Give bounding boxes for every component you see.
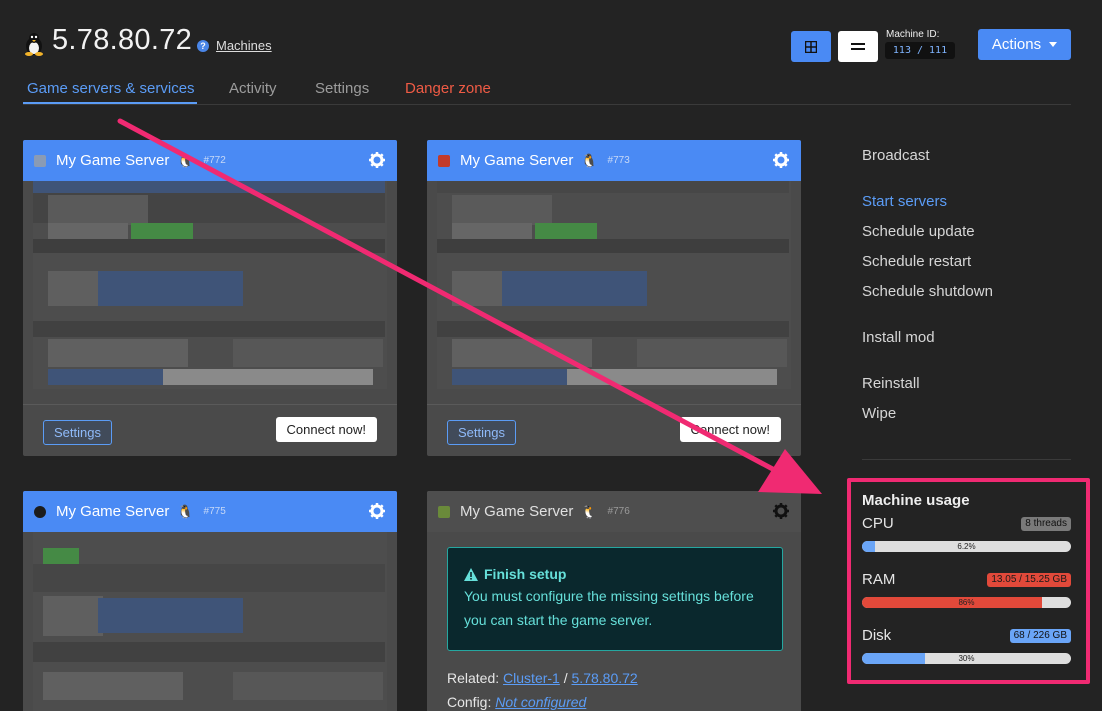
connect-now-button[interactable]: Connect now!: [679, 417, 781, 442]
reinstall-link[interactable]: Reinstall: [862, 375, 920, 392]
ram-usage-badge: 13.05 / 15.25 GB: [987, 573, 1071, 587]
related-label: Related:: [447, 670, 500, 686]
machine-link[interactable]: 5.78.80.72: [572, 670, 638, 686]
sidebar-divider: [862, 459, 1071, 460]
setup-title-text: Finish setup: [484, 566, 567, 582]
server-settings-button[interactable]: Settings: [43, 420, 112, 445]
server-number: #776: [607, 506, 630, 517]
active-tab-indicator: [23, 102, 197, 104]
machine-id-value: 113 / 111: [885, 42, 955, 59]
actions-label: Actions: [991, 36, 1042, 53]
server-card-header: My Game Server 🐧 #775: [23, 491, 397, 532]
server-card-header: My Game Server 🐧 #772: [23, 140, 397, 181]
config-link[interactable]: Not configured: [495, 694, 586, 710]
linux-icon: 🐧: [177, 503, 194, 519]
disk-label: Disk: [862, 627, 892, 644]
server-name[interactable]: My Game Server: [56, 503, 169, 520]
server-card: My Game Server 🐧 #773 Settings Connect n…: [427, 140, 801, 456]
server-card: My Game Server 🐧 #772 Settings Connect n…: [23, 140, 397, 456]
server-number: #772: [203, 155, 226, 166]
start-servers-link[interactable]: Start servers: [862, 193, 947, 210]
schedule-update-link[interactable]: Schedule update: [862, 223, 975, 240]
server-card-header: My Game Server 🐧 #773: [427, 140, 801, 181]
disk-usage-badge: 68 / 226 GB: [1009, 629, 1071, 643]
ram-usage-bar: 86%: [862, 597, 1071, 608]
server-name[interactable]: My Game Server: [460, 503, 573, 520]
server-number: #773: [607, 155, 630, 166]
gear-icon[interactable]: [773, 152, 789, 168]
server-name[interactable]: My Game Server: [56, 152, 169, 169]
schedule-restart-link[interactable]: Schedule restart: [862, 253, 971, 270]
game-icon: [34, 154, 46, 167]
server-name[interactable]: My Game Server: [460, 152, 573, 169]
tab-settings[interactable]: Settings: [315, 80, 369, 97]
config-label: Config:: [447, 694, 492, 710]
machine-id-label: Machine ID:: [886, 29, 940, 40]
help-icon[interactable]: ?: [197, 40, 209, 52]
disk-percent: 30%: [958, 654, 975, 663]
cpu-percent: 6.2%: [957, 542, 976, 551]
server-number: #775: [203, 506, 226, 517]
blurred-server-details: [33, 181, 387, 389]
tab-game-servers[interactable]: Game servers & services: [27, 80, 195, 97]
grid-view-button[interactable]: [791, 31, 831, 62]
server-card-footer: Settings Connect now!: [427, 404, 801, 456]
blurred-server-details: [437, 181, 791, 389]
related-line: Related: Cluster-1 / 5.78.80.72: [447, 670, 638, 686]
linux-icon: 🐧: [581, 503, 598, 519]
machines-link[interactable]: Machines: [216, 38, 272, 53]
config-line: Config: Not configured: [447, 694, 586, 710]
schedule-shutdown-link[interactable]: Schedule shutdown: [862, 283, 993, 300]
related-separator: /: [563, 670, 568, 686]
finish-setup-alert: Finish setup You must configure the miss…: [447, 547, 783, 651]
ram-percent: 86%: [958, 598, 975, 607]
machine-usage-title: Machine usage: [862, 492, 970, 509]
game-icon: [34, 505, 46, 518]
setup-title: Finish setup: [464, 566, 782, 582]
cluster-link[interactable]: Cluster-1: [503, 670, 560, 686]
server-settings-button[interactable]: Settings: [447, 420, 516, 445]
blurred-server-details: [33, 532, 387, 711]
warning-icon: [464, 567, 478, 581]
actions-dropdown-button[interactable]: Actions: [978, 29, 1071, 60]
connect-now-button[interactable]: Connect now!: [275, 417, 377, 442]
setup-message: You must configure the missing settings …: [464, 588, 754, 628]
page-title: 5.78.80.72: [52, 24, 193, 56]
disk-usage-bar: 30%: [862, 653, 1071, 664]
cpu-threads-badge: 8 threads: [1021, 517, 1071, 531]
gear-icon[interactable]: [773, 503, 789, 519]
caret-down-icon: [1049, 42, 1058, 47]
broadcast-link[interactable]: Broadcast: [862, 147, 930, 164]
linux-icon: 🐧: [177, 152, 194, 168]
cpu-usage-bar: 6.2%: [862, 541, 1071, 552]
server-card: My Game Server 🐧 #776 Finish setup You m…: [427, 491, 801, 711]
tab-danger-zone[interactable]: Danger zone: [405, 80, 491, 97]
game-icon: [438, 154, 450, 167]
gear-icon[interactable]: [369, 503, 385, 519]
server-card-header: My Game Server 🐧 #776: [427, 491, 801, 532]
server-card: My Game Server 🐧 #775: [23, 491, 397, 711]
list-icon: [851, 42, 865, 50]
game-icon: [438, 505, 450, 518]
tab-divider: [23, 104, 1071, 105]
ram-label: RAM: [862, 571, 896, 588]
grid-icon: [805, 40, 817, 53]
gear-icon[interactable]: [369, 152, 385, 168]
wipe-link[interactable]: Wipe: [862, 405, 896, 422]
cpu-label: CPU: [862, 515, 894, 532]
linux-icon: [25, 33, 43, 56]
install-mod-link[interactable]: Install mod: [862, 329, 935, 346]
server-card-footer: Settings Connect now!: [23, 404, 397, 456]
linux-icon: 🐧: [581, 152, 598, 168]
list-view-button[interactable]: [838, 31, 878, 62]
tab-activity[interactable]: Activity: [229, 80, 277, 97]
